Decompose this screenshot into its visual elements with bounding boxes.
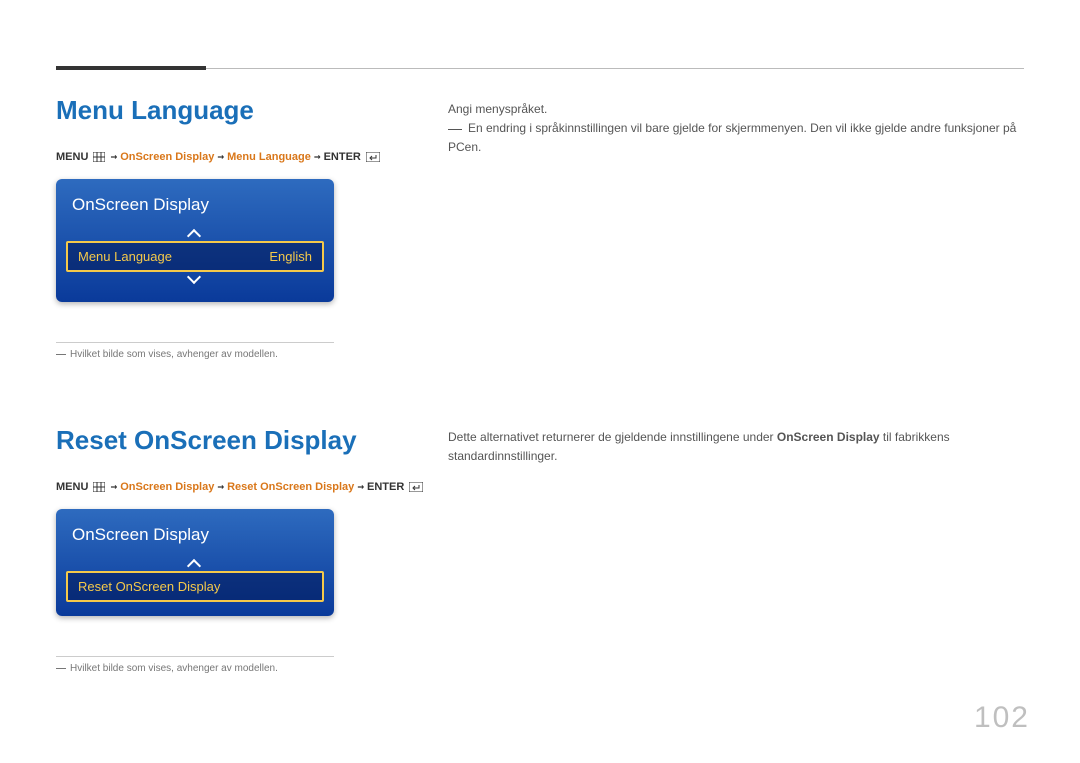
chevron-up-icon bbox=[187, 557, 203, 569]
osd-title: OnScreen Display bbox=[66, 521, 324, 555]
description-prefix: Dette alternativet returnerer de gjelden… bbox=[448, 430, 777, 444]
breadcrumb-arrow: → bbox=[111, 150, 118, 163]
footnote-label: Hvilket bilde som vises, avhenger av mod… bbox=[70, 349, 278, 360]
breadcrumb-arrow: → bbox=[357, 480, 364, 493]
description-line-1: Angi menyspråket. bbox=[448, 100, 1024, 119]
breadcrumb-enter-label: ENTER bbox=[324, 151, 361, 163]
footnote-text: Hvilket bilde som vises, avhenger av mod… bbox=[56, 349, 382, 360]
osd-panel-reset: OnScreen Display Reset OnScreen Display bbox=[56, 509, 334, 616]
menu-grid-icon bbox=[93, 152, 105, 162]
breadcrumb-path-1: OnScreen Display bbox=[120, 481, 214, 493]
osd-item-menu-language[interactable]: Menu Language English bbox=[66, 241, 324, 272]
osd-panel-menu-language: OnScreen Display Menu Language English bbox=[56, 179, 334, 302]
menu-grid-icon bbox=[93, 482, 105, 492]
breadcrumb-arrow: → bbox=[314, 150, 321, 163]
section-menu-language: Menu Language MENU → OnScreen Display → … bbox=[56, 95, 382, 360]
description-reset-onscreen-display: Dette alternativet returnerer de gjelden… bbox=[448, 428, 1024, 466]
breadcrumb-path-1: OnScreen Display bbox=[120, 151, 214, 163]
osd-item-label: Menu Language bbox=[78, 249, 172, 264]
osd-up-row[interactable] bbox=[66, 225, 324, 241]
breadcrumb-menu-label: MENU bbox=[56, 481, 88, 493]
chevron-up-icon bbox=[187, 227, 203, 239]
breadcrumb-menu-language: MENU → OnScreen Display → Menu Language … bbox=[56, 150, 382, 163]
osd-up-row[interactable] bbox=[66, 555, 324, 571]
breadcrumb-path-2: Reset OnScreen Display bbox=[227, 481, 354, 493]
osd-down-row[interactable] bbox=[66, 272, 324, 288]
enter-icon bbox=[409, 482, 423, 492]
footnote-label: Hvilket bilde som vises, avhenger av mod… bbox=[70, 663, 278, 674]
description-menu-language: Angi menyspråket. En endring i språkinns… bbox=[448, 100, 1024, 158]
breadcrumb-arrow: → bbox=[111, 480, 118, 493]
breadcrumb-path-2: Menu Language bbox=[227, 151, 311, 163]
footnote-text: Hvilket bilde som vises, avhenger av mod… bbox=[56, 663, 425, 674]
description-line-2: En endring i språkinnstillingen vil bare… bbox=[448, 119, 1024, 157]
footnote-divider bbox=[56, 342, 334, 343]
footnote-dash-icon bbox=[56, 354, 66, 355]
breadcrumb-menu-label: MENU bbox=[56, 151, 88, 163]
osd-title: OnScreen Display bbox=[66, 191, 324, 225]
osd-item-value: English bbox=[269, 249, 312, 264]
heading-reset-onscreen-display: Reset OnScreen Display bbox=[56, 425, 425, 456]
chevron-down-icon bbox=[187, 274, 203, 286]
osd-item-label: Reset OnScreen Display bbox=[78, 579, 220, 594]
footnote-dash-icon bbox=[56, 668, 66, 669]
description-dash-icon bbox=[448, 129, 462, 130]
heading-menu-language: Menu Language bbox=[56, 95, 382, 126]
enter-icon bbox=[366, 152, 380, 162]
footnote-divider bbox=[56, 656, 334, 657]
description-line-2-text: En endring i språkinnstillingen vil bare… bbox=[448, 121, 1016, 154]
breadcrumb-enter-label: ENTER bbox=[367, 481, 404, 493]
description-bold: OnScreen Display bbox=[777, 430, 880, 444]
section-reset-onscreen-display: Reset OnScreen Display MENU → OnScreen D… bbox=[56, 425, 425, 674]
header-accent bbox=[56, 66, 206, 70]
breadcrumb-arrow: → bbox=[217, 480, 224, 493]
osd-item-reset[interactable]: Reset OnScreen Display bbox=[66, 571, 324, 602]
breadcrumb-arrow: → bbox=[217, 150, 224, 163]
breadcrumb-reset-onscreen-display: MENU → OnScreen Display → Reset OnScreen… bbox=[56, 480, 425, 493]
page-number: 102 bbox=[974, 701, 1030, 735]
